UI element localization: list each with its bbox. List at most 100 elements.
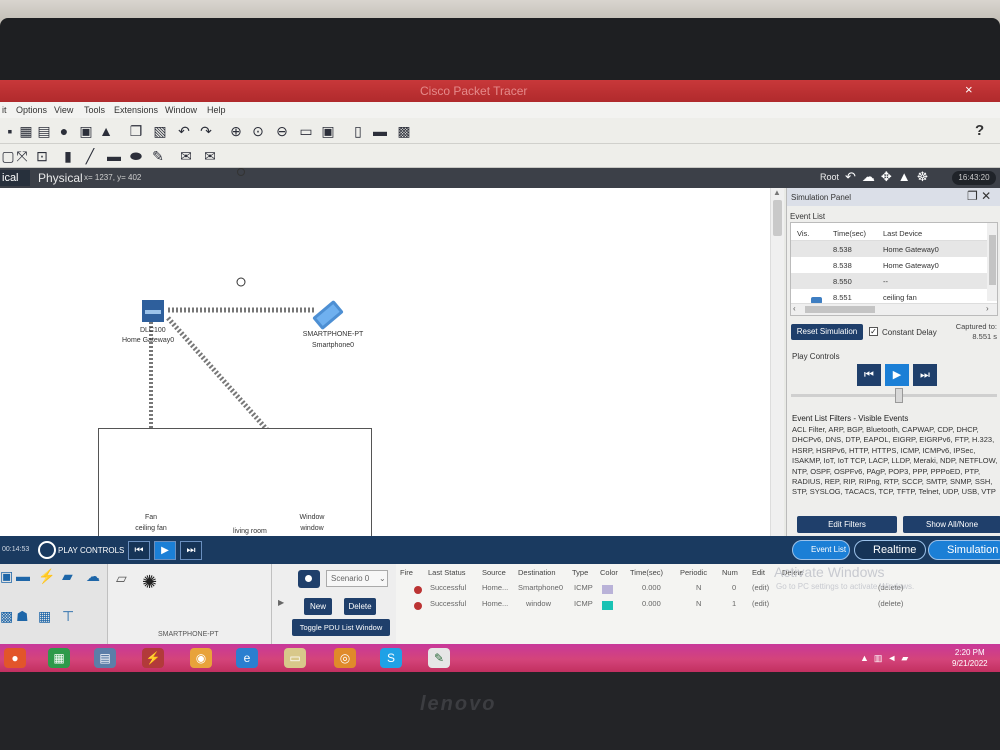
paste-icon[interactable]: ▧ <box>152 123 168 139</box>
home-device-icon[interactable]: ☗ <box>16 608 29 625</box>
event-list-table[interactable]: Vis. Time(sec) Last Device 8.538 Home Ga… <box>790 222 998 316</box>
skype-icon[interactable]: S <box>380 648 402 668</box>
menu-help[interactable]: Help <box>207 105 226 115</box>
network-devices-icon[interactable]: ▣ <box>0 568 13 585</box>
taskbar-clock[interactable]: 2:20 PM 9/21/2022 <box>952 647 988 669</box>
store-icon[interactable]: ▦ <box>48 648 70 668</box>
resize-icon[interactable]: ⊡ <box>34 148 50 164</box>
end-devices-icon[interactable]: ▬ <box>16 568 30 584</box>
bar-step-forward-button[interactable]: ⏭ <box>180 541 202 560</box>
line-icon[interactable]: ╱ <box>82 148 98 164</box>
bar-step-back-button[interactable]: ⏮ <box>128 541 150 560</box>
complex-pdu-icon[interactable]: ✉ <box>202 148 218 164</box>
menu-view[interactable]: View <box>54 105 73 115</box>
undock-icon[interactable]: ❐ ✕ <box>967 189 991 203</box>
browser-icon[interactable]: ◎ <box>334 648 356 668</box>
step-forward-button[interactable]: ⏭ <box>913 364 937 386</box>
physical-tab[interactable]: Physical <box>38 171 83 185</box>
connections-icon[interactable]: ⚡ <box>38 568 55 585</box>
system-tray-icons[interactable]: ▲▥◄▰ <box>860 653 913 664</box>
folder-icon[interactable]: ▭ <box>284 648 306 668</box>
menu-extensions[interactable]: Extensions <box>114 105 158 115</box>
toggle-pdu-list-button[interactable]: Toggle PDU List Window <box>292 619 390 636</box>
event-row[interactable]: 8.538 Home Gateway0 <box>791 241 987 257</box>
save-icon[interactable]: ▦ <box>18 123 34 139</box>
tool-icon[interactable]: ▲ <box>98 123 114 139</box>
menu-tools[interactable]: Tools <box>84 105 105 115</box>
event-row[interactable]: 8.538 Home Gateway0 <box>791 257 987 273</box>
constant-delay-checkbox[interactable]: ✓ <box>869 327 878 336</box>
play-speed-slider-knob[interactable] <box>895 388 903 403</box>
workspace-icons[interactable]: ↶☁✥▲☸ <box>845 169 934 185</box>
zoom-in-icon[interactable]: ⊕ <box>228 123 244 139</box>
activity-wizard-icon[interactable]: ● <box>56 123 72 139</box>
industrial-icon[interactable]: ⊤ <box>62 608 74 625</box>
zoom-reset-icon[interactable]: ⊙ <box>250 123 266 139</box>
freeform-icon[interactable]: ✎ <box>150 148 166 164</box>
simulation-mode-button[interactable]: Simulation <box>928 540 1000 560</box>
reset-simulation-button[interactable]: Reset Simulation <box>791 324 863 340</box>
play-speed-slider[interactable] <box>791 394 997 397</box>
packet-tracer-icon[interactable]: ✎ <box>428 648 450 668</box>
undo-icon[interactable]: ↶ <box>176 123 192 139</box>
root-label[interactable]: Root <box>820 172 839 182</box>
pdu-row[interactable]: Successful Home... window ICMP 0.000 N 1… <box>396 597 1000 611</box>
close-icon[interactable]: × <box>965 82 973 97</box>
realtime-mode-button[interactable]: Realtime <box>854 540 926 560</box>
pdu-delete-link[interactable]: (delete) <box>878 599 903 608</box>
print-icon[interactable]: ▤ <box>36 123 52 139</box>
show-all-none-button[interactable]: Show All/None <box>903 516 1000 533</box>
image-icon[interactable]: ▩ <box>396 123 412 139</box>
iot-device-icon[interactable]: ▩ <box>0 608 13 625</box>
tablet-device-icon[interactable]: ✺ <box>142 572 157 593</box>
ellipse-icon[interactable]: ⬬ <box>128 148 144 164</box>
components-icon[interactable]: ▰ <box>62 568 73 585</box>
redo-icon[interactable]: ↷ <box>198 123 214 139</box>
scenario-select[interactable]: Scenario 0 ⌄ <box>326 570 388 587</box>
custom-device-icon[interactable]: ▣ <box>320 123 336 139</box>
scroll-right-icon[interactable]: › <box>986 304 989 313</box>
file-explorer-icon[interactable]: ▤ <box>94 648 116 668</box>
network-info-icon[interactable]: ▣ <box>78 123 94 139</box>
logical-tab[interactable]: ical <box>0 170 30 186</box>
smartphone-device-icon[interactable]: ▱ <box>116 570 127 587</box>
edit-filters-button[interactable]: Edit Filters <box>797 516 897 533</box>
internet-explorer-icon[interactable]: e <box>236 648 258 668</box>
menu-options[interactable]: Options <box>16 105 47 115</box>
scroll-thumb[interactable] <box>773 200 782 236</box>
copy-icon[interactable]: ❐ <box>128 123 144 139</box>
splitter-arrow-icon[interactable]: ▶ <box>278 598 284 607</box>
pdu-edit-link[interactable]: (edit) <box>752 599 769 608</box>
menu-window[interactable]: Window <box>165 105 197 115</box>
new-scenario-button[interactable]: New <box>304 598 332 615</box>
note-icon[interactable]: ▮ <box>60 148 76 164</box>
wan-emulation-icon[interactable]: ☁ <box>86 568 100 585</box>
step-back-button[interactable]: ⏮ <box>857 364 881 386</box>
pdu-edit-link[interactable]: (edit) <box>752 583 769 592</box>
save-icon[interactable]: ▪ <box>2 123 18 139</box>
scenario-icon[interactable] <box>298 570 320 588</box>
event-list-vscroll[interactable] <box>987 223 997 301</box>
scroll-up-icon[interactable]: ▲ <box>773 188 781 197</box>
viewport-icon[interactable]: ▬ <box>372 123 388 139</box>
move-icon[interactable]: ⤧ <box>14 148 30 164</box>
drawing-palette-icon[interactable]: ▭ <box>298 123 314 139</box>
event-row[interactable]: 8.550 -- <box>791 273 987 289</box>
pdu-periodic: N <box>696 583 702 592</box>
zoom-out-icon[interactable]: ⊖ <box>274 123 290 139</box>
scroll-left-icon[interactable]: ‹ <box>793 304 796 313</box>
help-icon[interactable]: ? <box>975 122 984 139</box>
delete-scenario-button[interactable]: Delete <box>344 598 376 615</box>
firefox-icon[interactable]: ● <box>4 648 26 668</box>
app-icon[interactable]: ⚡ <box>142 648 164 668</box>
device-dialog-icon[interactable]: ▯ <box>350 123 366 139</box>
bar-play-button[interactable]: ▶ <box>154 541 176 560</box>
play-button[interactable]: ▶ <box>885 364 909 386</box>
rectangle-icon[interactable]: ▬ <box>106 148 122 164</box>
add-pdu-icon[interactable]: ✉ <box>178 148 194 164</box>
event-list-hscroll[interactable]: ‹ › <box>791 303 997 315</box>
chrome-icon[interactable]: ◉ <box>190 648 212 668</box>
event-list-toggle[interactable]: Event List <box>792 540 850 560</box>
smart-city-icon[interactable]: ▦ <box>38 608 51 625</box>
menu-file[interactable]: it <box>2 105 7 115</box>
